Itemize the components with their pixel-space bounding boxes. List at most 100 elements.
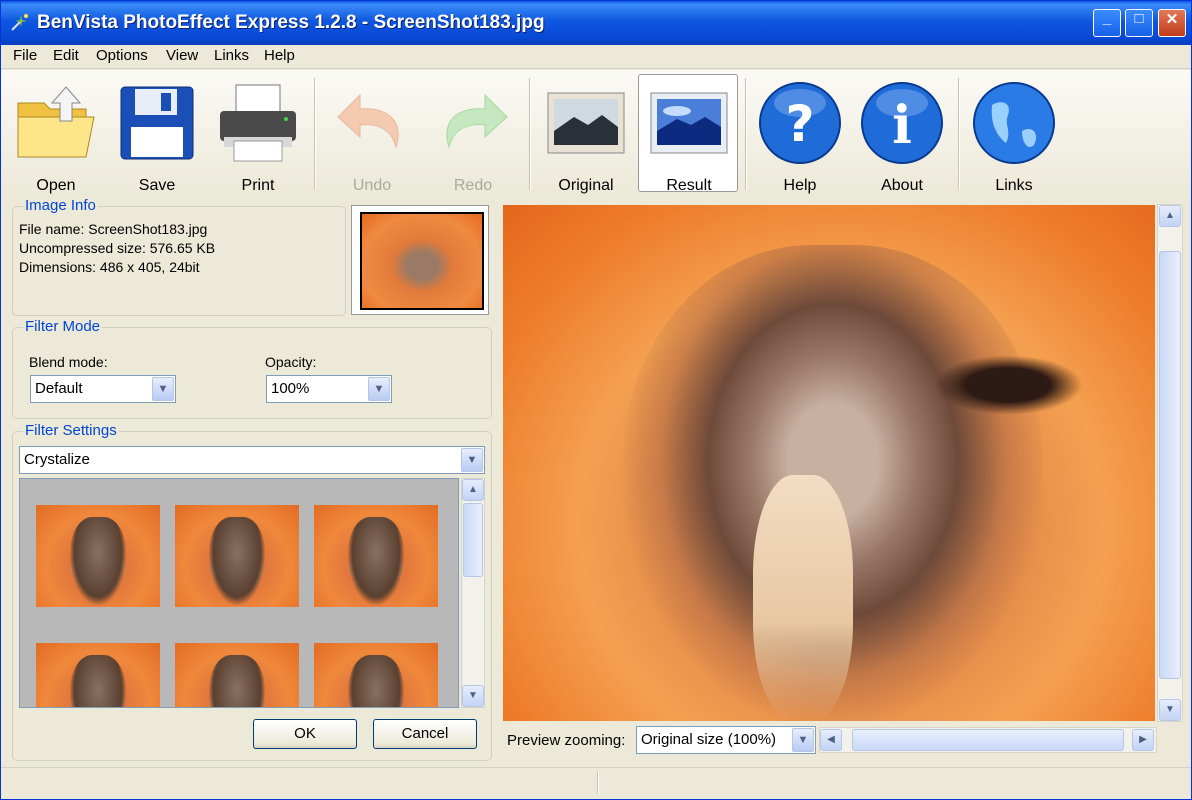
blend-mode-label: Blend mode: xyxy=(29,354,108,370)
original-label: Original xyxy=(558,177,614,194)
image-info-group: Image Info File name: ScreenShot183.jpg … xyxy=(12,197,346,316)
chevron-down-icon[interactable]: ▼ xyxy=(461,448,483,472)
menu-file[interactable]: File xyxy=(13,47,37,64)
svg-text:i: i xyxy=(892,95,912,156)
file-name-text: File name: ScreenShot183.jpg xyxy=(19,221,208,237)
undo-label: Undo xyxy=(352,177,392,194)
scrollbar-thumb[interactable] xyxy=(463,503,483,577)
window-title: BenVista PhotoEffect Express 1.2.8 - Scr… xyxy=(37,12,545,33)
svg-text:?: ? xyxy=(785,95,814,153)
filter-mode-group: Filter Mode Blend mode: Default ▼ Opacit… xyxy=(12,318,492,419)
info-icon: i xyxy=(861,82,943,164)
minimize-icon: _ xyxy=(1102,10,1112,27)
redo-button[interactable]: Redo xyxy=(422,74,522,194)
filter-settings-title: Filter Settings xyxy=(23,422,119,439)
open-button[interactable]: Open xyxy=(5,74,105,194)
floppy-disk-icon xyxy=(120,86,194,160)
save-button[interactable]: Save xyxy=(106,74,206,194)
folder-icon xyxy=(17,86,95,158)
close-button[interactable]: ✕ xyxy=(1158,9,1186,37)
chevron-down-icon[interactable]: ▼ xyxy=(792,728,814,752)
filter-select[interactable]: Crystalize ▼ xyxy=(19,446,485,474)
scrollbar-thumb[interactable] xyxy=(1159,251,1181,679)
scroll-down-icon[interactable]: ▼ xyxy=(1159,699,1181,721)
blend-mode-value: Default xyxy=(35,380,83,397)
help-question-icon: ? xyxy=(759,82,841,164)
preview-zoom-value: Original size (100%) xyxy=(641,731,777,748)
original-button[interactable]: Original xyxy=(535,74,635,194)
scroll-down-icon[interactable]: ▼ xyxy=(462,685,484,707)
menu-links[interactable]: Links xyxy=(214,47,249,64)
preview-zoom-select[interactable]: Original size (100%) ▼ xyxy=(636,726,816,754)
undo-arrow-icon xyxy=(337,93,399,149)
menu-options[interactable]: Options xyxy=(96,47,148,64)
result-photo-icon xyxy=(650,92,728,154)
ok-button[interactable]: OK xyxy=(253,719,357,749)
filter-value: Crystalize xyxy=(24,451,90,468)
filter-preset-thumbnail[interactable] xyxy=(36,643,160,707)
cancel-button[interactable]: Cancel xyxy=(373,719,477,749)
filter-preset-thumbnail[interactable] xyxy=(314,505,438,607)
links-label: Links xyxy=(995,177,1033,194)
opacity-value: 100% xyxy=(271,380,310,397)
image-info-title: Image Info xyxy=(23,197,98,214)
thumbnail-frame[interactable] xyxy=(351,205,489,315)
preview-zoom-label: Preview zooming: xyxy=(507,732,626,749)
scroll-left-icon[interactable]: ◀ xyxy=(820,729,842,751)
about-label: About xyxy=(881,177,923,194)
links-button[interactable]: Links xyxy=(963,74,1063,194)
toolbar-separator xyxy=(529,78,531,190)
preview-horizontal-scrollbar[interactable]: ◀ ▶ xyxy=(819,727,1157,753)
filter-preset-thumbnail[interactable] xyxy=(175,505,299,607)
scroll-up-icon[interactable]: ▲ xyxy=(462,479,484,501)
original-photo-icon xyxy=(547,92,625,154)
globe-icon xyxy=(973,82,1055,164)
save-label: Save xyxy=(138,177,176,194)
filter-presets-gallery xyxy=(19,478,459,708)
print-label: Print xyxy=(241,177,275,194)
status-divider xyxy=(597,772,599,794)
about-button[interactable]: i About xyxy=(851,74,951,194)
blend-mode-select[interactable]: Default ▼ xyxy=(30,375,176,403)
filter-preset-thumbnail[interactable] xyxy=(314,643,438,707)
maximize-icon: □ xyxy=(1134,10,1144,27)
chevron-down-icon[interactable]: ▼ xyxy=(152,377,174,401)
print-button[interactable]: Print xyxy=(207,74,307,194)
help-label: Help xyxy=(783,177,817,194)
scroll-up-icon[interactable]: ▲ xyxy=(1159,205,1181,227)
scroll-right-icon[interactable]: ▶ xyxy=(1132,729,1154,751)
maximize-button[interactable]: □ xyxy=(1125,9,1153,37)
app-window: BenVista PhotoEffect Express 1.2.8 - Scr… xyxy=(0,0,1192,800)
filter-preset-thumbnail[interactable] xyxy=(175,643,299,707)
redo-arrow-icon xyxy=(446,93,508,149)
status-bar xyxy=(1,767,1191,799)
menu-view[interactable]: View xyxy=(166,47,198,64)
result-button[interactable]: Result xyxy=(638,74,738,194)
preview-ear xyxy=(933,355,1083,415)
filter-settings-group: Filter Settings Crystalize ▼ ▲ ▼ OK Canc… xyxy=(12,422,492,761)
title-bar[interactable]: BenVista PhotoEffect Express 1.2.8 - Scr… xyxy=(1,1,1191,45)
dimensions-text: Dimensions: 486 x 405, 24bit xyxy=(19,259,200,275)
opacity-label: Opacity: xyxy=(265,354,317,370)
chevron-down-icon[interactable]: ▼ xyxy=(368,377,390,401)
opacity-select[interactable]: 100% ▼ xyxy=(266,375,392,403)
close-icon: ✕ xyxy=(1165,11,1179,28)
menu-bar: File Edit Options View Links Help xyxy=(1,45,1191,69)
preview-chest xyxy=(753,475,853,721)
filter-mode-title: Filter Mode xyxy=(23,318,103,335)
scrollbar-thumb[interactable] xyxy=(852,729,1124,751)
undo-button[interactable]: Undo xyxy=(321,74,421,194)
help-button[interactable]: ? Help xyxy=(749,74,849,194)
preview-vertical-scrollbar[interactable]: ▲ ▼ xyxy=(1157,204,1183,722)
uncompressed-size-text: Uncompressed size: 576.65 KB xyxy=(19,240,216,256)
minimize-button[interactable]: _ xyxy=(1093,9,1121,37)
open-label: Open xyxy=(36,177,76,194)
toolbar: Open Save Print Undo Redo Original Resul… xyxy=(1,70,1191,196)
gallery-scrollbar[interactable]: ▲ ▼ xyxy=(461,478,485,708)
filter-preset-thumbnail[interactable] xyxy=(36,505,160,607)
menu-edit[interactable]: Edit xyxy=(53,47,79,64)
preview-image[interactable] xyxy=(503,205,1155,721)
menu-help[interactable]: Help xyxy=(264,47,295,64)
redo-label: Redo xyxy=(453,177,493,194)
printer-icon xyxy=(220,84,296,162)
